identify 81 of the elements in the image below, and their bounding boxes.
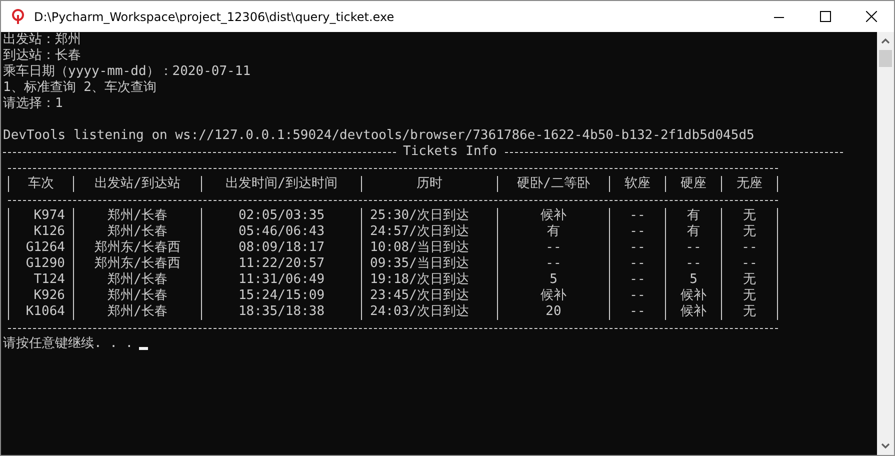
console-line: 请按任意键继续. . .: [3, 336, 134, 352]
table-cell: 郑州/长春: [108, 304, 168, 320]
table-cell: 郑州/长春: [108, 208, 168, 224]
table-cell: 5: [550, 272, 558, 288]
console-line: 出发站：郑州: [3, 32, 82, 48]
table-cell: --: [546, 240, 562, 256]
table-cell: 候补: [540, 208, 566, 224]
column-header: 历时: [416, 176, 442, 192]
close-icon[interactable]: [866, 11, 876, 22]
column-header: 硬卧/二等卧: [517, 176, 590, 192]
table-cell: T124: [34, 272, 65, 288]
table-cell: 24:03/次日到达: [370, 304, 469, 320]
table-cell: 无: [743, 208, 756, 224]
table-cell: 5: [690, 272, 698, 288]
table-cell: 11:22/20:57: [238, 256, 325, 272]
table-cell: --: [742, 240, 758, 256]
table-cell: 有: [687, 208, 700, 224]
window-title: D:\Pycharm_Workspace\project_12306\dist\query_ticket.exe: [34, 10, 394, 24]
table-cell: 05:46/06:43: [238, 224, 325, 240]
table-cell: --: [630, 224, 646, 240]
ring-icon: [11, 8, 25, 24]
table-cell: 15:24/15:09: [238, 288, 325, 304]
table-cell: --: [546, 256, 562, 272]
column-header: 无座: [736, 176, 762, 192]
table-cell: 无: [743, 304, 756, 320]
table-cell: G1290: [26, 256, 65, 272]
console-line: DevTools listening on ws://127.0.0.1:59024/devtools/browser/7361786e-1622-4b50-b132-2f1db5d045d5: [3, 128, 756, 144]
console-line: 请选择：1: [3, 96, 64, 112]
scrollbar[interactable]: [877, 32, 894, 455]
table-cell: 有: [547, 224, 560, 240]
console-line: 乘车日期（yyyy-mm-dd）：2020-07-11: [3, 64, 252, 80]
console-line: 到达站：长春: [3, 48, 82, 64]
table-cell: 郑州/长春: [108, 288, 168, 304]
scroll-down-icon[interactable]: [881, 443, 890, 449]
table-cell: 郑州东/长春西: [94, 240, 180, 256]
scroll-thumb[interactable]: [879, 50, 892, 67]
table-cell: 郑州/长春: [108, 224, 168, 240]
table-cell: --: [630, 256, 646, 272]
text-cursor: [139, 346, 148, 350]
table-cell: 郑州东/长春西: [94, 256, 180, 272]
column-header: 软座: [624, 176, 650, 192]
table-cell: 无: [743, 272, 756, 288]
table-cell: --: [630, 208, 646, 224]
table-cell: 24:57/次日到达: [370, 224, 469, 240]
table-cell: 23:45/次日到达: [370, 288, 469, 304]
table-cell: --: [630, 272, 646, 288]
table-cell: 19:18/次日到达: [370, 272, 469, 288]
table-cell: 09:35/当日到达: [370, 256, 469, 272]
table-cell: 11:31/06:49: [238, 272, 325, 288]
table-cell: --: [630, 288, 646, 304]
column-header: 出发站/到达站: [94, 176, 180, 192]
table-cell: 02:05/03:35: [238, 208, 325, 224]
table-cell: 无: [743, 288, 756, 304]
table-cell: 25:30/次日到达: [370, 208, 469, 224]
column-header: 硬座: [680, 176, 706, 192]
table-cell: --: [630, 240, 646, 256]
table-cell: 候补: [680, 304, 706, 320]
console-line: 1、标准查询 2、车次查询: [3, 80, 158, 96]
table-cell: 候补: [540, 288, 566, 304]
table-cell: 20: [546, 304, 562, 320]
column-header: 出发时间/到达时间: [226, 176, 338, 192]
table-cell: --: [630, 304, 646, 320]
scroll-up-icon[interactable]: [881, 38, 890, 44]
table-cell: 08:09/18:17: [238, 240, 325, 256]
table-cell: K126: [34, 224, 65, 240]
table-cell: --: [742, 256, 758, 272]
column-header: 车次: [28, 176, 54, 192]
table-cell: 郑州/长春: [108, 272, 168, 288]
table-cell: 18:35/18:38: [238, 304, 325, 320]
table-cell: 有: [687, 224, 700, 240]
maximize-icon[interactable]: [820, 11, 830, 22]
table-cell: 无: [743, 224, 756, 240]
table-cell: --: [686, 256, 702, 272]
table-title: Tickets Info: [403, 144, 497, 160]
table-cell: K1064: [26, 304, 65, 320]
table-cell: 10:08/当日到达: [370, 240, 469, 256]
table-cell: G1264: [26, 240, 65, 256]
table-cell: --: [686, 240, 702, 256]
table-cell: K974: [34, 208, 65, 224]
table-cell: 候补: [680, 288, 706, 304]
table-cell: K926: [34, 288, 65, 304]
